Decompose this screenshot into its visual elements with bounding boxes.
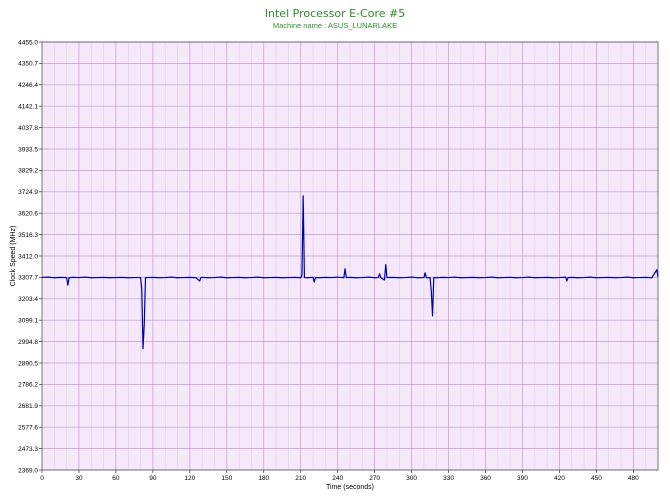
y-tick-label: 3516.3 bbox=[18, 232, 38, 239]
x-axis: 0 30 60 90 120 150 180 210 240 270 300 330 360 390 420… bbox=[40, 470, 639, 482]
x-tick-label: 0 bbox=[40, 475, 44, 482]
y-tick-label: 3933.5 bbox=[18, 146, 38, 153]
y-tick-label: 4350.7 bbox=[18, 61, 38, 68]
x-tick-label: 450 bbox=[591, 475, 602, 482]
x-tick-label: 150 bbox=[221, 475, 232, 482]
x-tick-label: 300 bbox=[406, 475, 417, 482]
y-tick-label: 3099.1 bbox=[18, 318, 38, 325]
clock-speed-chart: Intel Processor E-Core #5 Machine name :… bbox=[10, 7, 659, 491]
y-tick-label: 2994.8 bbox=[18, 339, 38, 346]
y-tick-label: 4455.0 bbox=[18, 39, 38, 46]
x-tick-label: 30 bbox=[75, 475, 83, 482]
y-tick-label: 3620.6 bbox=[18, 211, 38, 218]
x-tick-label: 120 bbox=[184, 475, 195, 482]
y-tick-label: 2577.6 bbox=[18, 425, 38, 432]
y-tick-label: 3307.7 bbox=[18, 275, 38, 282]
x-tick-label: 210 bbox=[295, 475, 306, 482]
x-tick-label: 270 bbox=[369, 475, 380, 482]
y-tick-label: 3412.0 bbox=[18, 253, 38, 260]
y-tick-label: 4246.4 bbox=[18, 82, 38, 89]
grid-lines bbox=[42, 41, 658, 471]
y-tick-label: 3829.2 bbox=[18, 168, 38, 175]
y-tick-label: 2786.2 bbox=[18, 382, 38, 389]
x-tick-label: 240 bbox=[332, 475, 343, 482]
chart-title: Intel Processor E-Core #5 bbox=[265, 7, 405, 20]
x-tick-label: 480 bbox=[628, 475, 639, 482]
y-axis-label: Clock Speed (MHz) bbox=[10, 226, 17, 287]
y-tick-label: 4037.8 bbox=[18, 125, 38, 132]
x-tick-label: 390 bbox=[517, 475, 528, 482]
y-tick-label: 3203.4 bbox=[18, 296, 38, 303]
y-axis: 4455.0 4350.7 4246.4 4142.1 4037.8 3933.5 3829… bbox=[18, 39, 42, 474]
x-tick-label: 180 bbox=[258, 475, 269, 482]
y-tick-label: 3724.9 bbox=[18, 189, 38, 196]
x-axis-label: Time (seconds) bbox=[326, 484, 374, 491]
x-tick-label: 420 bbox=[554, 475, 565, 482]
x-tick-label: 330 bbox=[443, 475, 454, 482]
x-tick-label: 60 bbox=[112, 475, 120, 482]
y-tick-label: 4142.1 bbox=[18, 104, 38, 111]
y-tick-label: 2473.3 bbox=[18, 446, 38, 453]
x-tick-label: 360 bbox=[480, 475, 491, 482]
y-tick-label: 2681.9 bbox=[18, 403, 38, 410]
chart-subtitle: Machine name : ASUS_LUNARLAKE bbox=[273, 21, 397, 30]
x-tick-label: 90 bbox=[149, 475, 157, 482]
y-tick-label: 2369.0 bbox=[18, 467, 38, 474]
y-tick-label: 2890.5 bbox=[18, 360, 38, 367]
